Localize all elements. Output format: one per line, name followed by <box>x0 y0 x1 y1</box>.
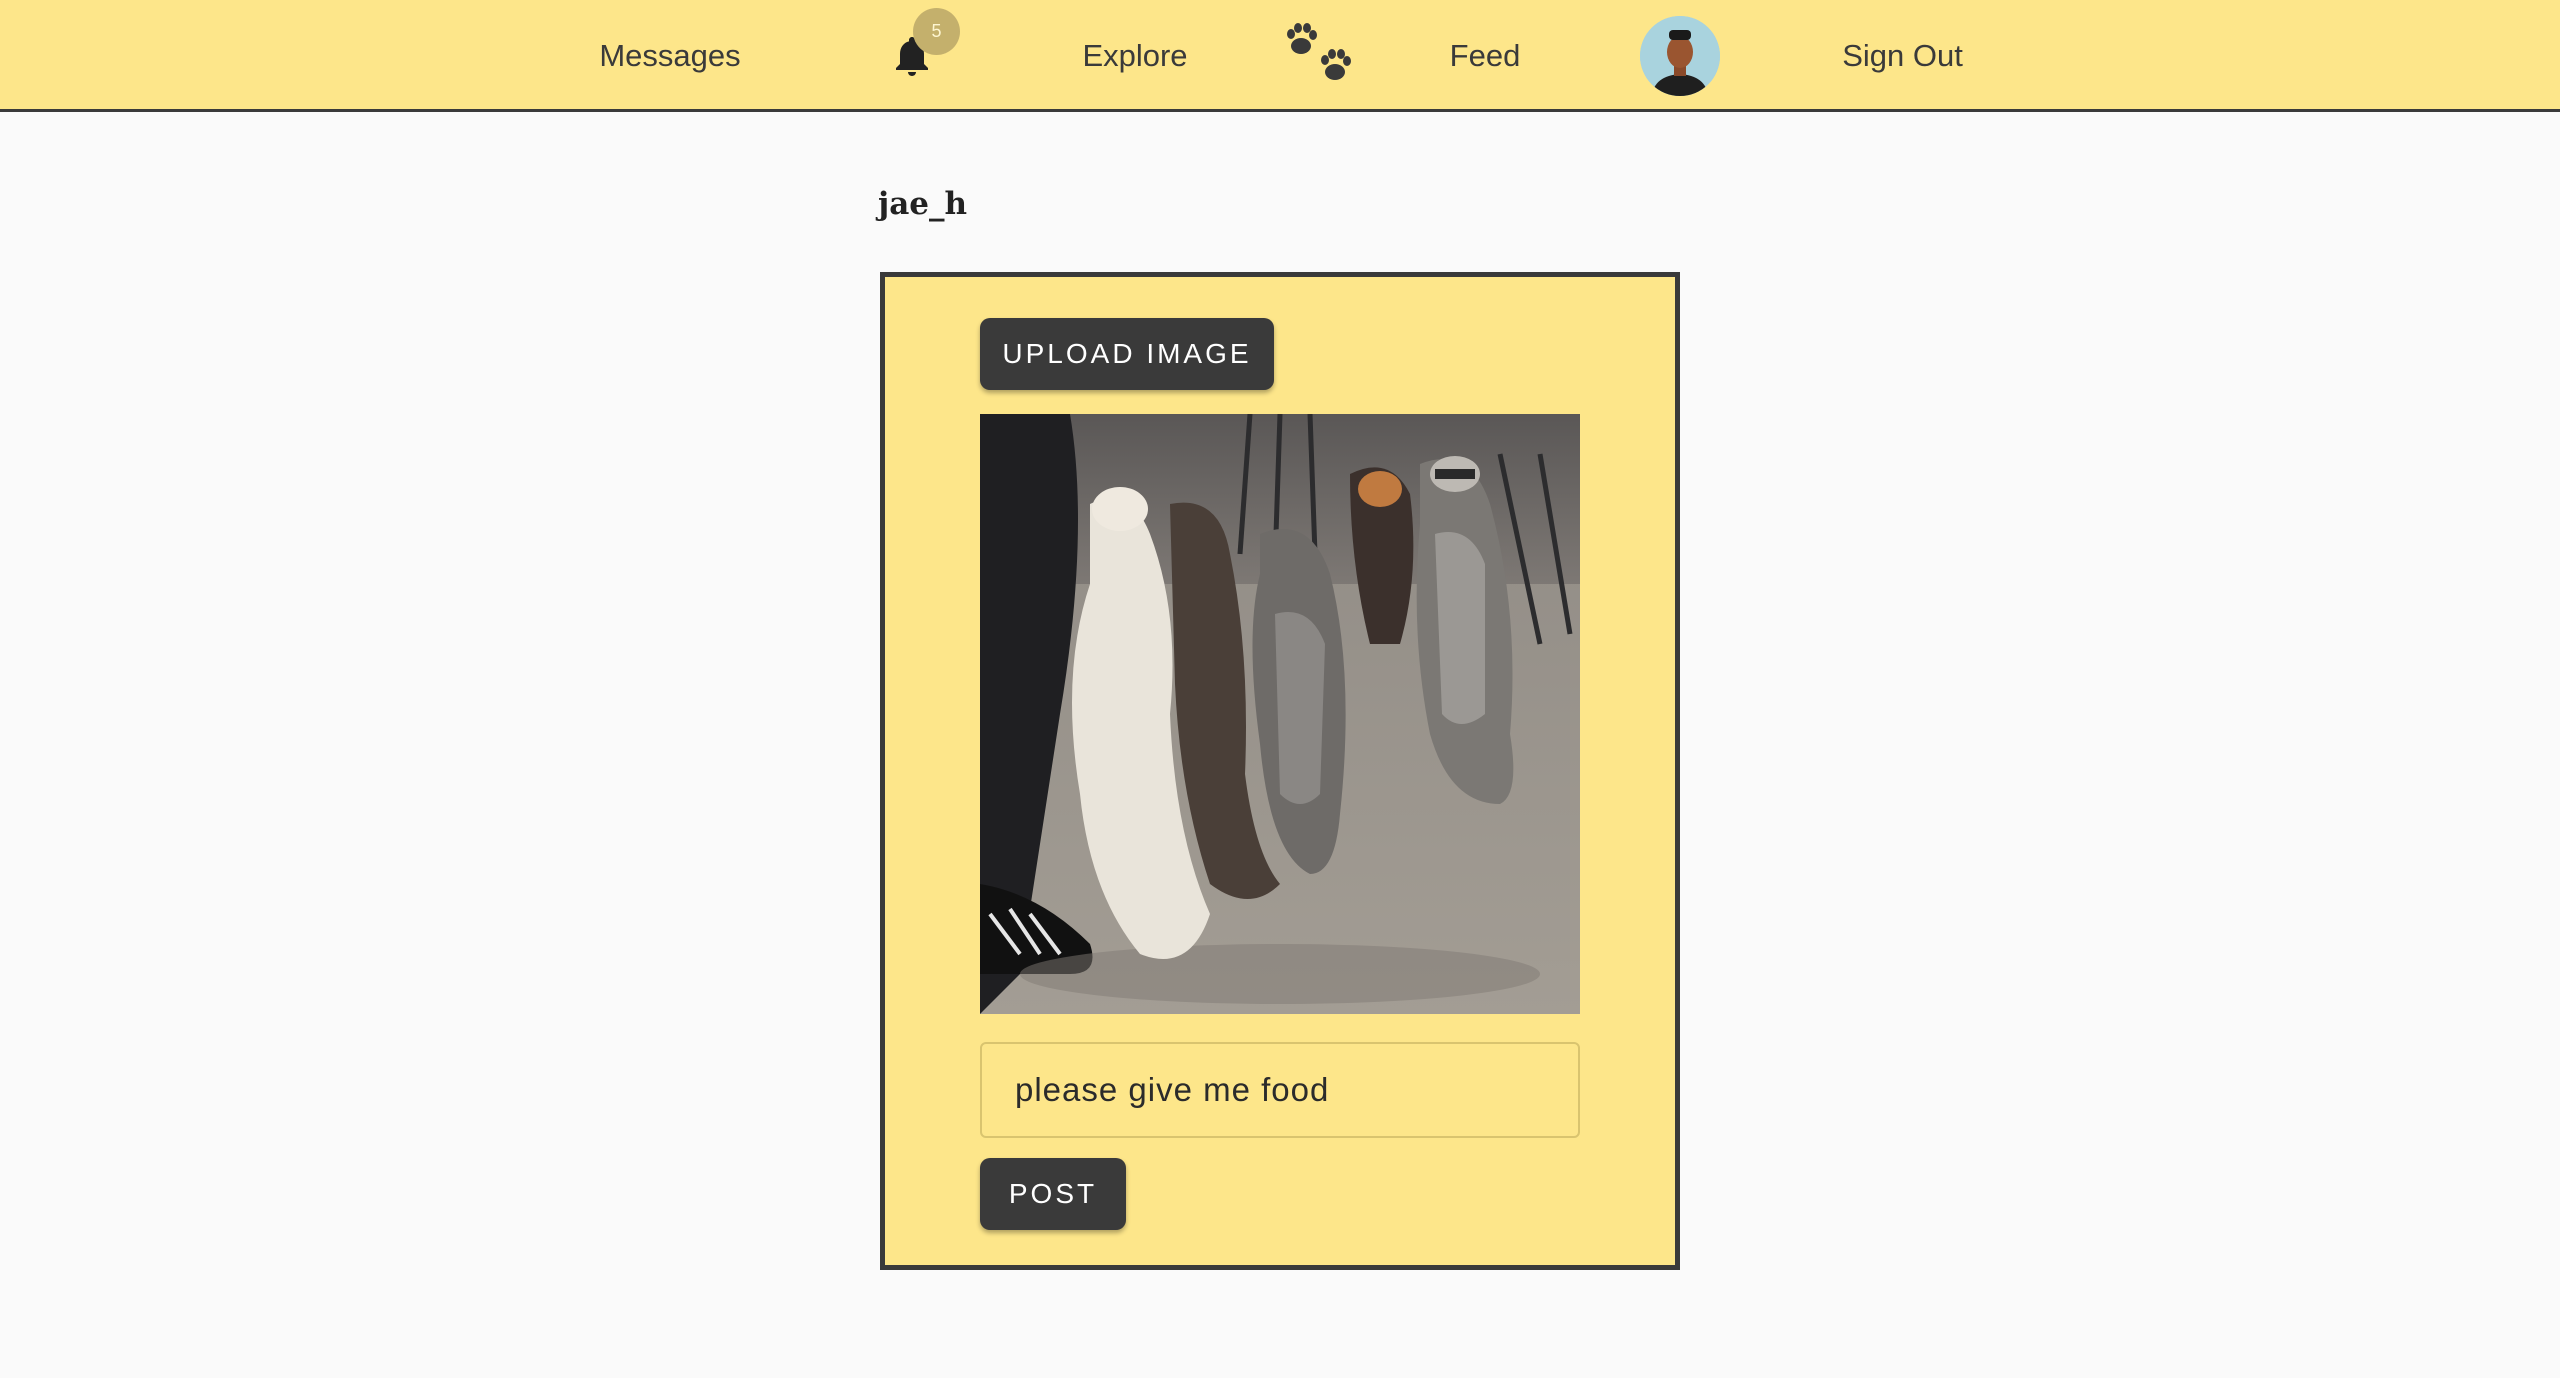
caption-input[interactable]: please give me food <box>980 1042 1580 1138</box>
photo-raccoons <box>980 414 1580 1014</box>
top-navbar: Messages 5 Explore Feed Sign Out <box>0 0 2560 112</box>
notification-badge: 5 <box>913 8 960 55</box>
nav-feed-link[interactable]: Feed <box>1395 0 1575 112</box>
nav-signout-link[interactable]: Sign Out <box>1800 0 2005 112</box>
nav-messages-link[interactable]: Messages <box>580 0 760 112</box>
paw-icon[interactable] <box>1283 22 1355 88</box>
post-button[interactable]: POST <box>980 1158 1126 1230</box>
avatar-illustration <box>1640 16 1720 96</box>
uploaded-photo <box>980 414 1580 1014</box>
nav-explore-link[interactable]: Explore <box>1045 0 1225 112</box>
profile-username: jae_h <box>878 186 968 222</box>
upload-image-button[interactable]: UPLOAD IMAGE <box>980 318 1274 390</box>
avatar[interactable] <box>1640 16 1720 96</box>
